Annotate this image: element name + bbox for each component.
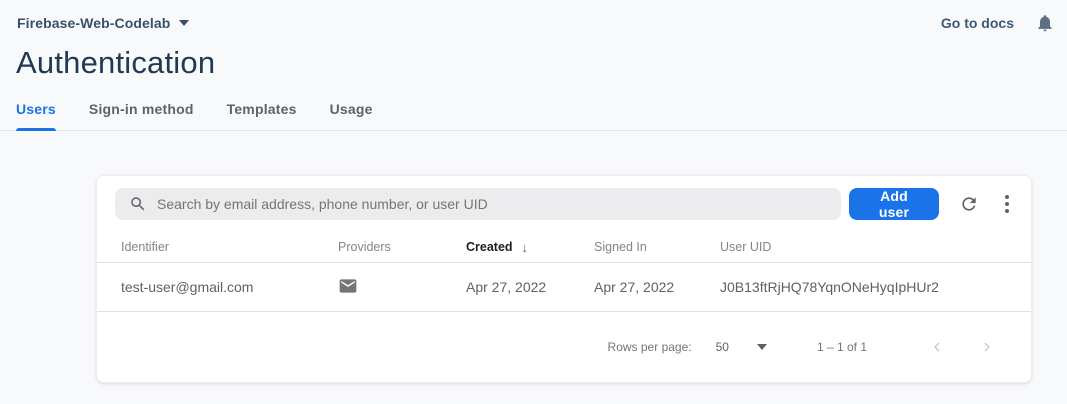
cell-user-uid: J0B13ftRjHQ78YqnONeHyqIpHUr2 [720, 279, 1007, 295]
cell-identifier: test-user@gmail.com [121, 279, 338, 295]
chevron-left-icon [929, 339, 945, 355]
add-user-button[interactable]: Add user [849, 188, 939, 220]
overflow-menu-button[interactable] [1001, 191, 1013, 217]
tab-label: Users [16, 101, 56, 117]
tab-bar: Users Sign-in method Templates Usage [0, 95, 1067, 131]
tab-label: Usage [330, 101, 373, 117]
column-header-identifier[interactable]: Identifier [121, 240, 338, 254]
pagination-range: 1 – 1 of 1 [817, 340, 867, 354]
cell-signed-in: Apr 27, 2022 [594, 279, 720, 295]
column-header-providers[interactable]: Providers [338, 240, 466, 254]
notifications-bell-icon[interactable] [1035, 13, 1055, 33]
project-switcher[interactable]: Firebase-Web-Codelab [17, 15, 189, 31]
column-header-created[interactable]: Created ↓ [466, 240, 594, 255]
cell-providers [338, 276, 466, 299]
topbar: Firebase-Web-Codelab Go to docs [0, 0, 1067, 33]
firebase-auth-console: Firebase-Web-Codelab Go to docs Authenti… [0, 0, 1067, 404]
search-icon [129, 195, 147, 213]
refresh-icon [959, 194, 979, 214]
page-title: Authentication [16, 45, 1067, 81]
users-card: Add user Identifier Providers Created ↓ … [96, 175, 1032, 383]
tab-label: Templates [227, 101, 297, 117]
table-row[interactable]: test-user@gmail.com Apr 27, 2022 Apr 27,… [97, 262, 1031, 312]
cell-created: Apr 27, 2022 [466, 279, 594, 295]
next-page-button[interactable] [977, 337, 997, 357]
pagination-bar: Rows per page: 50 1 – 1 of 1 [97, 312, 1031, 382]
go-to-docs-link[interactable]: Go to docs [941, 15, 1014, 31]
tab-templates[interactable]: Templates [227, 95, 297, 130]
search-box[interactable] [115, 188, 841, 220]
tab-users[interactable]: Users [16, 95, 56, 130]
search-input[interactable] [157, 196, 829, 212]
table-header-row: Identifier Providers Created ↓ Signed In… [97, 232, 1031, 262]
overflow-menu-icon [1005, 195, 1009, 213]
tab-usage[interactable]: Usage [330, 95, 373, 130]
column-header-user-uid[interactable]: User UID [720, 240, 1007, 254]
tab-label: Sign-in method [89, 101, 194, 117]
column-header-signed-in[interactable]: Signed In [594, 240, 720, 254]
users-toolbar: Add user [97, 176, 1031, 232]
sort-desc-icon[interactable]: ↓ [522, 240, 529, 255]
email-provider-icon [338, 276, 358, 296]
rows-per-page-label: Rows per page: [608, 340, 692, 354]
chevron-down-icon [179, 20, 189, 26]
project-name: Firebase-Web-Codelab [17, 15, 170, 31]
tab-sign-in-method[interactable]: Sign-in method [89, 95, 194, 130]
topbar-right: Go to docs [941, 13, 1055, 33]
chevron-right-icon [979, 339, 995, 355]
refresh-button[interactable] [955, 190, 983, 218]
rows-per-page-value[interactable]: 50 [716, 340, 729, 354]
previous-page-button[interactable] [927, 337, 947, 357]
rows-per-page-dropdown-icon[interactable] [757, 344, 767, 350]
column-header-created-label: Created [466, 240, 513, 254]
